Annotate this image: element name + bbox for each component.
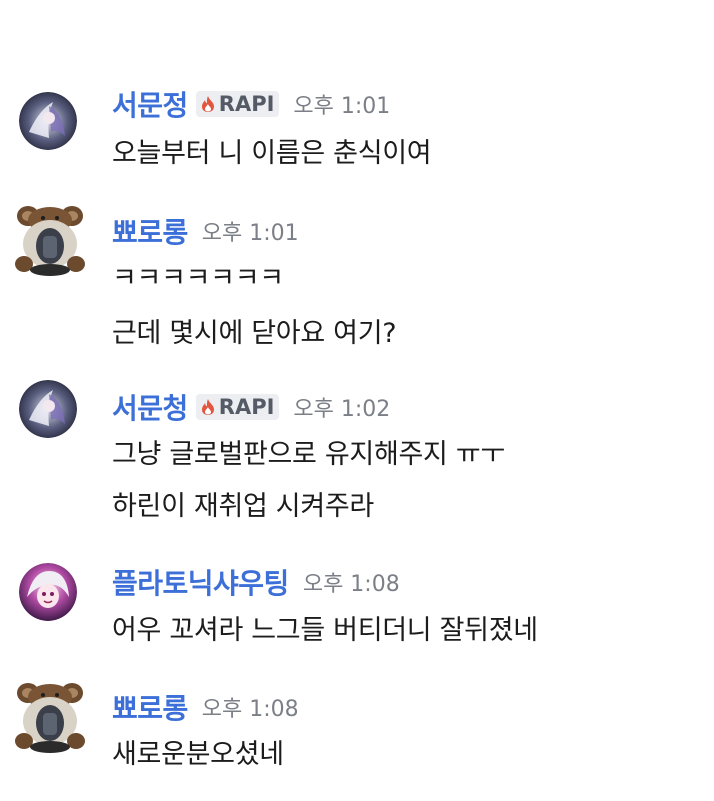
username[interactable]: 뾰로롱 [112,687,188,727]
message-text: 근데 몇시에 닫아요 여기? [112,318,397,349]
bear-figurine-avatar-icon [15,683,85,753]
badge-label: RAPI [218,92,275,116]
message-header: 플라토닉샤우팅 오후 1:08 [112,562,400,602]
timestamp: 오후 1:02 [293,397,391,422]
anime-character-dark-avatar-icon [19,92,77,150]
bear-figurine-avatar-icon [15,206,85,276]
chat-log: 서문정 RAPI 오후 1:01 오늘부터 니 이름은 춘식이여 뾰로롱 오후 … [0,0,714,801]
username[interactable]: 서문정 [112,84,188,124]
username[interactable]: 서문청 [112,387,188,427]
user-avatar[interactable] [19,380,77,438]
anime-character-pink-avatar-icon [19,563,77,621]
timestamp: 오후 1:01 [201,221,299,246]
user-avatar[interactable] [14,677,86,755]
rank-badge: RAPI [195,91,280,117]
user-avatar[interactable] [19,92,77,150]
message-header: 서문청 RAPI 오후 1:02 [112,387,391,427]
username[interactable]: 뾰로롱 [112,211,188,251]
timestamp: 오후 1:08 [302,572,400,597]
timestamp: 오후 1:08 [201,697,299,722]
message-text: 하린이 재취업 시켜주라 [112,491,374,522]
anime-character-dark-avatar-icon [19,380,77,438]
message-text: 오늘부터 니 이름은 춘식이여 [112,138,432,169]
message-text: 어우 꼬셔라 느그들 버티더니 잘뒤졌네 [112,615,538,646]
badge-label: RAPI [218,395,275,419]
message-text: 새로운분오셨네 [112,739,284,770]
user-avatar[interactable] [19,563,77,621]
message-text: ㅋㅋㅋㅋㅋㅋㅋ [112,263,284,294]
message-header: 서문정 RAPI 오후 1:01 [112,84,391,124]
message-text: 그냥 글로벌판으로 유지해주지 ㅠㅜ [112,439,505,470]
flame-icon [201,399,214,415]
username[interactable]: 플라토닉샤우팅 [112,562,289,602]
rank-badge: RAPI [195,394,280,420]
user-avatar[interactable] [14,200,86,278]
timestamp: 오후 1:01 [293,94,391,119]
message-header: 뾰로롱 오후 1:01 [112,211,299,251]
message-header: 뾰로롱 오후 1:08 [112,687,299,727]
flame-icon [201,96,214,112]
